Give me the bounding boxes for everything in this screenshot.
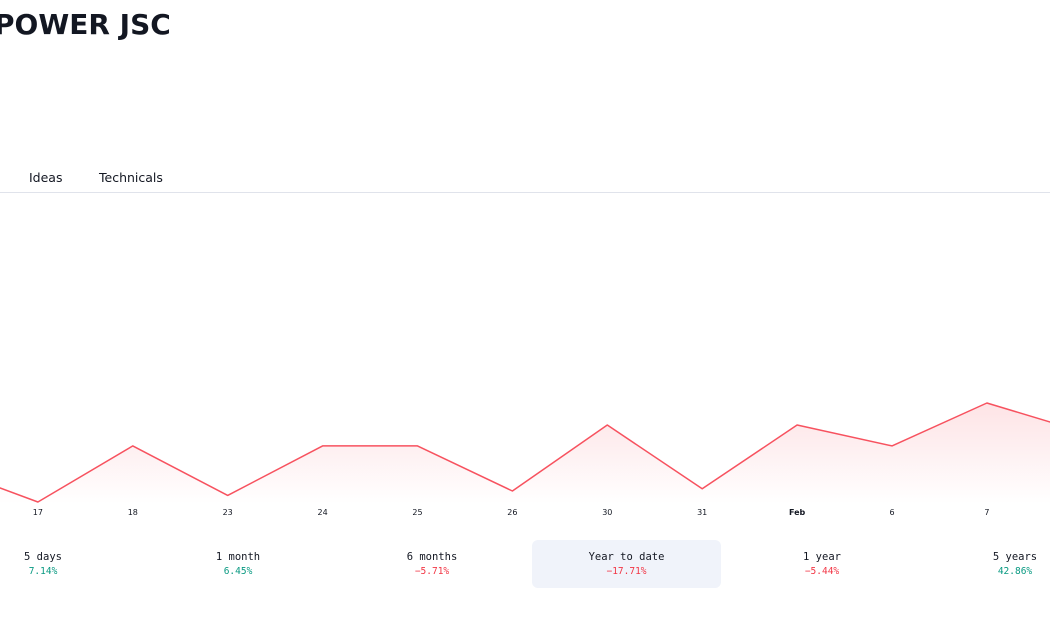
period-label: 6 months (406, 551, 458, 563)
period-change: −17.71% (606, 566, 647, 577)
period-change: 7.14% (28, 566, 58, 577)
x-tick-label: 26 (507, 508, 517, 517)
tab-ideas[interactable]: Ideas (29, 170, 62, 185)
x-tick-label: 24 (318, 508, 328, 517)
period-change: 6.45% (223, 566, 253, 577)
performance-periods: 5 days 7.14% 1 month 6.45% 6 months −5.7… (0, 540, 1050, 590)
x-tick-label: 30 (602, 508, 612, 517)
price-chart: 17 18 23 24 25 26 30 31 Feb 6 7 (0, 402, 1050, 517)
period-label: 1 year (803, 551, 841, 563)
x-tick-label: 6 (889, 508, 894, 517)
period-label: Year to date (588, 551, 665, 563)
x-tick-label: 17 (33, 508, 43, 517)
x-tick-label: 25 (412, 508, 422, 517)
page-title: POWER JSC (0, 8, 171, 41)
period-change: −5.44% (804, 566, 840, 577)
x-tick-label: 23 (223, 508, 233, 517)
price-area-fill (0, 403, 1050, 504)
tab-technicals[interactable]: Technicals (99, 170, 163, 185)
period-change: −5.71% (414, 566, 450, 577)
tab-bar: Ideas Technicals (0, 166, 1050, 193)
x-tick-label: 7 (984, 508, 989, 517)
period-5-days[interactable]: 5 days 7.14% (12, 540, 74, 588)
period-6-months[interactable]: 6 months −5.71% (386, 540, 478, 588)
x-tick-label: 31 (697, 508, 707, 517)
period-change: 42.86% (997, 566, 1033, 577)
period-year-to-date[interactable]: Year to date −17.71% (532, 540, 721, 588)
period-label: 1 month (215, 551, 261, 563)
period-5-years[interactable]: 5 years 42.86% (980, 540, 1050, 588)
x-axis: 17 18 23 24 25 26 30 31 Feb 6 7 (33, 508, 990, 517)
period-label: 5 days (24, 551, 62, 563)
period-label: 5 years (992, 551, 1038, 563)
period-1-month[interactable]: 1 month 6.45% (196, 540, 280, 588)
x-tick-label: 18 (128, 508, 138, 517)
x-tick-label: Feb (789, 508, 806, 517)
period-1-year[interactable]: 1 year −5.44% (787, 540, 857, 588)
